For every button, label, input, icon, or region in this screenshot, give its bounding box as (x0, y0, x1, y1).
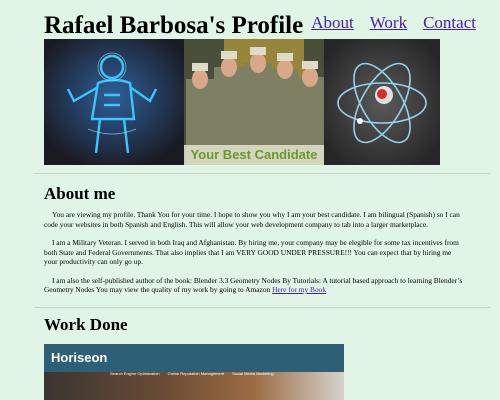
main-nav: About Work Contact (311, 13, 492, 33)
atom-robot-image (324, 39, 440, 165)
nav-link-contact[interactable]: Contact (423, 13, 476, 33)
project-nav-item: Search Engine Optimization (110, 371, 160, 376)
site-header: Rafael Barbosa's Profile About Work Cont… (44, 4, 484, 38)
hero-banner: Your Best Candidate (44, 39, 440, 165)
book-link[interactable]: Here for my Book (272, 285, 326, 294)
hologram-figure-image (44, 39, 184, 165)
project-nav-item: Online Reputation Management (167, 371, 225, 376)
about-text: You are viewing my profile. Thank You fo… (44, 210, 464, 304)
hero-banner-caption: Your Best Candidate (184, 145, 324, 165)
about-paragraph-3: I am also the self-published author of t… (44, 276, 464, 295)
about-paragraph-1: You are viewing my profile. Thank You fo… (44, 210, 460, 229)
work-heading: Work Done (44, 315, 128, 334)
about-paragraph-2: I am a Military Veteran. I served in bot… (44, 238, 459, 266)
work-project-card[interactable]: Horiseon Search Engine Optimization Onli… (44, 344, 344, 400)
about-heading: About me (44, 184, 116, 203)
soldiers-photo: Your Best Candidate (184, 39, 324, 165)
project-nav-item: Social Media Marketing (232, 371, 274, 376)
nav-link-about[interactable]: About (311, 13, 354, 33)
project-header: Horiseon (44, 344, 344, 372)
nav-link-work[interactable]: Work (370, 13, 407, 33)
project-nav: Search Engine Optimization Online Reputa… (110, 371, 274, 376)
project-logo: Horiseon (51, 350, 108, 365)
project-photo (44, 372, 344, 400)
section-divider (34, 307, 490, 308)
about-paragraph-3-text: I am also the self-published author of t… (44, 275, 463, 295)
site-title: Rafael Barbosa's Profile (44, 12, 304, 39)
section-divider (34, 173, 490, 174)
